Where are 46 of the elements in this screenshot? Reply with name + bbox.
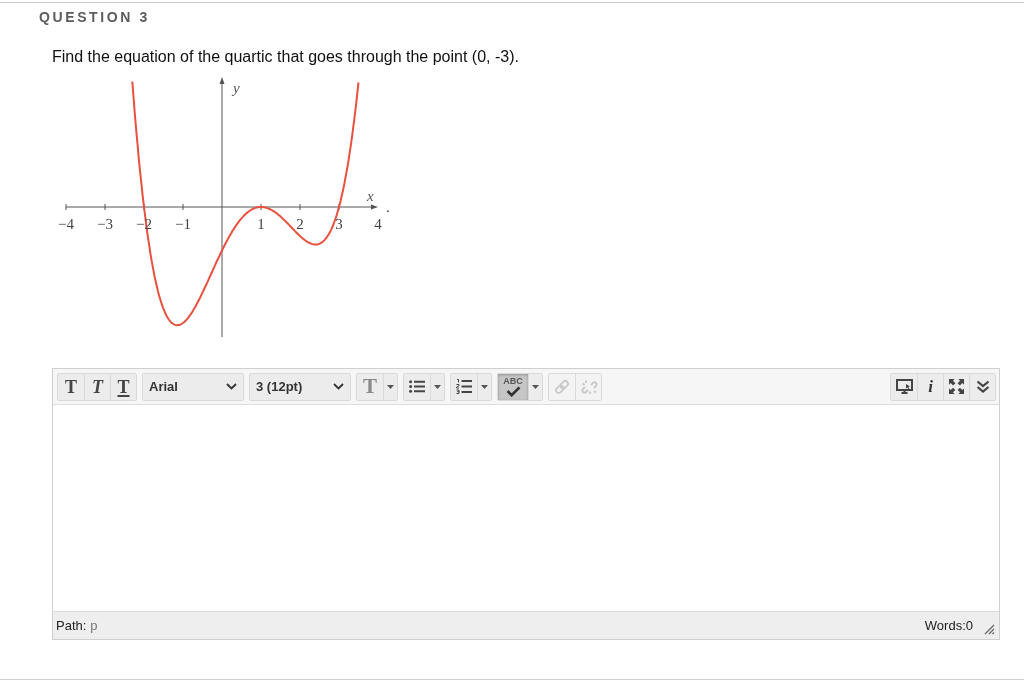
axis-tick-label: −4 — [58, 216, 74, 232]
numbered-list-button[interactable] — [451, 373, 477, 400]
fullscreen-button[interactable] — [943, 373, 969, 400]
axis-tick-label: 1 — [257, 216, 265, 232]
caret-down-icon — [387, 384, 394, 389]
numbered-list-icon — [456, 379, 472, 394]
bulleted-list-button[interactable] — [404, 373, 430, 400]
toolbar-dropdown[interactable]: 3 (12pt) — [250, 373, 350, 400]
question-heading: QUESTION 3 — [39, 9, 150, 25]
toolbar-dropdown[interactable]: Arial — [143, 373, 243, 400]
monitor-icon — [895, 379, 913, 394]
dropdown-arrow-button[interactable] — [383, 373, 397, 400]
dropdown-arrow-button[interactable] — [430, 373, 444, 400]
caret-down-icon — [434, 384, 441, 389]
dropdown-arrow-button[interactable] — [477, 373, 491, 400]
axis-tick-label: 2 — [296, 216, 304, 232]
axis-label: x — [367, 188, 374, 204]
question-text: Find the equation of the quartic that goes through the point (0, -3). — [52, 47, 519, 66]
more-options-button[interactable] — [969, 373, 995, 400]
checkmark-icon — [505, 386, 521, 397]
axis-tick-label: −3 — [97, 216, 113, 232]
broken-chain-icon — [579, 378, 598, 395]
expand-arrows-icon — [949, 379, 964, 394]
preview-button[interactable] — [891, 373, 917, 400]
chevron-down-icon — [226, 383, 237, 390]
caret-down-icon — [532, 384, 539, 389]
caret-down-icon — [481, 384, 488, 389]
bold-button[interactable]: T — [58, 373, 84, 400]
chevron-down-icon — [333, 383, 344, 390]
double-chevron-down-icon — [975, 380, 990, 393]
info-button[interactable]: i — [917, 373, 943, 400]
bulleted-list-icon — [409, 380, 425, 393]
spellcheck-button[interactable]: ABC — [498, 373, 528, 400]
dropdown-arrow-button[interactable] — [528, 373, 542, 400]
element-path-link[interactable]: p — [90, 618, 98, 633]
period-mark: . — [386, 199, 390, 215]
path-label: Path: — [56, 618, 87, 633]
chain-link-icon — [554, 378, 570, 395]
underline-button[interactable]: T — [110, 373, 136, 400]
resize-grip-icon[interactable] — [984, 624, 995, 635]
italic-button[interactable]: T — [84, 373, 110, 400]
axis-tick-label: 3 — [335, 216, 343, 232]
axis-tick-label: 4 — [374, 216, 382, 232]
axis-tick-label: −1 — [175, 216, 191, 232]
axis-label: y — [233, 80, 240, 96]
word-count: Words:0 — [924, 618, 973, 633]
